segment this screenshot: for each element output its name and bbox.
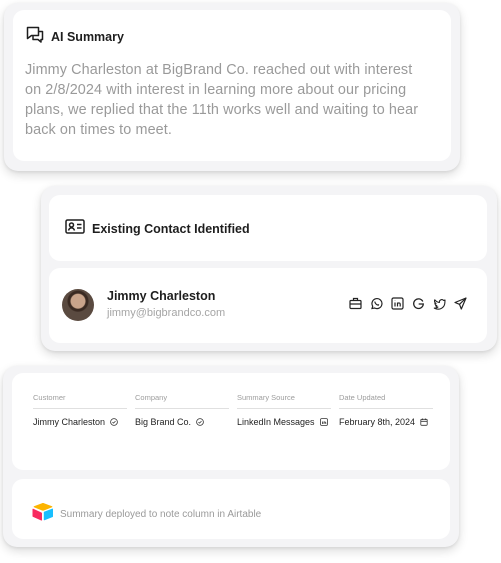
date-updated-field-label: Date Updated xyxy=(339,393,433,409)
customer-field-value: Jimmy Charleston xyxy=(33,417,106,427)
avatar[interactable] xyxy=(62,289,94,321)
summary-source-field[interactable]: Summary Source LinkedIn Messages xyxy=(237,393,331,427)
summary-details-card: Customer Jimmy Charleston Company Big Br… xyxy=(3,366,459,547)
check-circle-icon xyxy=(110,418,118,426)
send-icon[interactable] xyxy=(454,297,467,310)
ai-summary-text: Jimmy Charleston at BigBrand Co. reached… xyxy=(25,62,419,138)
twitter-icon[interactable] xyxy=(433,297,446,310)
linkedin-small-icon xyxy=(319,418,328,426)
calendar-icon xyxy=(420,418,428,426)
contact-header-title: Existing Contact Identified xyxy=(92,222,250,236)
airtable-note-text: Summary deployed to note column in Airta… xyxy=(60,508,262,520)
whatsapp-icon[interactable] xyxy=(370,297,383,310)
date-updated-field-value: February 8th, 2024 xyxy=(339,417,416,427)
summary-source-field-value-row: LinkedIn Messages xyxy=(237,417,331,427)
summary-source-field-value: LinkedIn Messages xyxy=(237,417,315,427)
customer-field-label: Customer xyxy=(33,393,127,409)
contact-header: Existing Contact Identified xyxy=(65,219,250,239)
summary-source-field-label: Summary Source xyxy=(237,393,331,409)
date-updated-field-value-row: February 8th, 2024 xyxy=(339,417,433,427)
chat-bubbles-icon xyxy=(26,26,44,48)
linkedin-icon[interactable] xyxy=(391,297,404,310)
customer-field-value-row: Jimmy Charleston xyxy=(33,417,127,427)
google-icon[interactable] xyxy=(412,297,425,310)
ai-summary-header: AI Summary xyxy=(26,26,124,48)
briefcase-icon[interactable] xyxy=(349,297,362,310)
airtable-logo-icon xyxy=(32,502,54,526)
company-field-label: Company xyxy=(135,393,229,409)
company-field[interactable]: Company Big Brand Co. xyxy=(135,393,229,427)
ai-summary-title: AI Summary xyxy=(51,30,124,44)
company-field-value: Big Brand Co. xyxy=(135,417,192,427)
contact-card: Existing Contact Identified Jimmy Charle… xyxy=(41,186,497,351)
airtable-note: Summary deployed to note column in Airta… xyxy=(32,502,261,526)
ai-summary-card: AI Summary Jimmy Charleston at BigBrand … xyxy=(4,3,460,171)
contact-card-icon xyxy=(65,219,85,239)
company-field-value-row: Big Brand Co. xyxy=(135,417,229,427)
customer-field[interactable]: Customer Jimmy Charleston xyxy=(33,393,127,427)
check-circle-icon xyxy=(196,418,204,426)
contact-name: Jimmy Charleston xyxy=(107,289,216,303)
social-links xyxy=(349,297,467,310)
date-updated-field[interactable]: Date Updated February 8th, 2024 xyxy=(339,393,433,427)
contact-email[interactable]: jimmy@bigbrandco.com xyxy=(107,307,225,319)
